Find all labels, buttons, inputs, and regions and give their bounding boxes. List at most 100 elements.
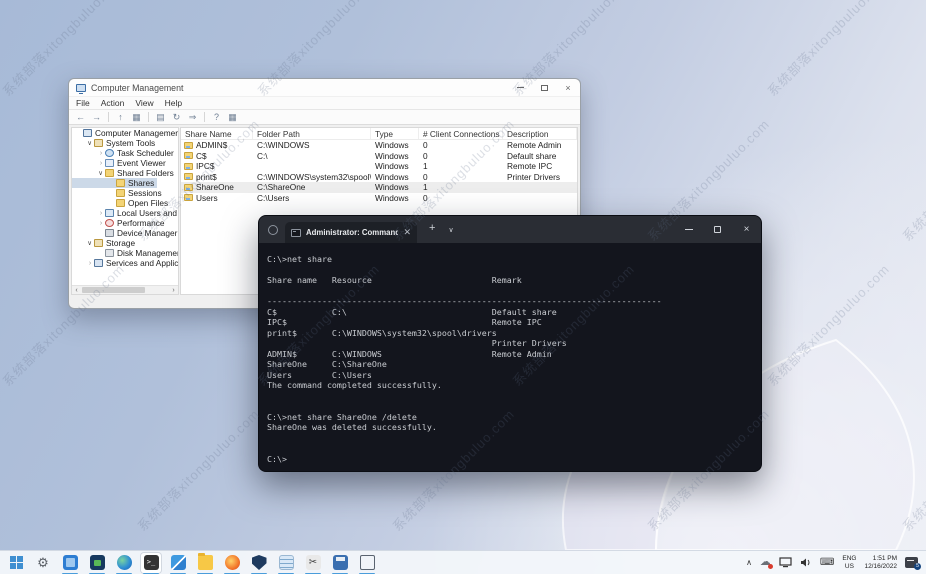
taskbar-item-printer-app[interactable] <box>330 553 350 573</box>
table-row[interactable]: IPC$ Windows 1 Remote IPC <box>181 161 577 172</box>
tree-item-computer-management-local[interactable]: Computer Management (Local) <box>72 128 179 138</box>
chevron-icon[interactable] <box>97 169 105 177</box>
terminal-minimize-button[interactable] <box>674 216 703 243</box>
app-icon <box>63 555 78 570</box>
taskbar-item-screen-capture[interactable] <box>357 553 377 573</box>
onedrive-error-icon[interactable]: ☁ <box>760 557 771 568</box>
maximize-button[interactable] <box>532 79 556 96</box>
taskbar-item-microsoft-store[interactable] <box>87 553 107 573</box>
scroll-left-icon[interactable]: ‹ <box>72 286 81 295</box>
toolbar-button-back[interactable]: ← <box>74 111 87 123</box>
col-type[interactable]: Type <box>371 128 419 139</box>
chevron-icon[interactable] <box>97 210 105 217</box>
chevron-icon[interactable] <box>97 220 105 227</box>
menu-action[interactable]: Action <box>101 98 125 108</box>
table-row[interactable]: Users C:\Users Windows 0 <box>181 193 577 204</box>
tree-item-task-scheduler[interactable]: Task Scheduler <box>72 148 177 158</box>
hidden-icons-chevron-icon[interactable]: ∧ <box>746 558 752 567</box>
app-icon <box>252 555 267 570</box>
table-row[interactable]: ShareOne C:\ShareOne Windows 1 <box>181 182 577 193</box>
menu-help[interactable]: Help <box>165 98 182 108</box>
close-button[interactable]: × <box>556 79 580 96</box>
taskbar-item-snipping-tool[interactable]: ✂ <box>303 553 323 573</box>
cm-toolbar: ←→↑▦▤↻⇒?▦ <box>69 110 580 125</box>
tree-item-local-users-and-groups[interactable]: Local Users and Groups <box>72 208 179 218</box>
tree-item-storage[interactable]: Storage <box>72 238 138 248</box>
volume-icon[interactable] <box>800 557 812 568</box>
terminal-window: Administrator: Command Pror ✕ + ∨ × C:\>… <box>258 215 762 472</box>
chevron-icon[interactable] <box>86 260 94 267</box>
chevron-icon[interactable] <box>97 160 105 167</box>
col-description[interactable]: Description <box>503 128 577 139</box>
console-tree: ‹ › Computer Management (Local) System T… <box>71 127 179 295</box>
minimize-button[interactable] <box>508 79 532 96</box>
toolbar-button-export-list[interactable]: ⇒ <box>186 111 199 123</box>
tab-dropdown-icon[interactable]: ∨ <box>448 226 453 234</box>
table-row[interactable]: ADMIN$ C:\WINDOWS Windows 0 Remote Admin <box>181 140 577 151</box>
chevron-icon[interactable] <box>86 139 94 147</box>
tree-item-icon <box>116 199 125 207</box>
new-tab-button[interactable]: + <box>429 222 435 234</box>
terminal-tab[interactable]: Administrator: Command Pror ✕ <box>285 222 417 243</box>
notification-center-icon[interactable]: 5 <box>905 557 918 568</box>
tree-horizontal-scrollbar[interactable]: ‹ › <box>72 285 178 294</box>
chevron-icon[interactable] <box>86 239 94 247</box>
start-button[interactable] <box>6 553 26 573</box>
col-share-name[interactable]: Share Name <box>181 128 253 139</box>
touch-keyboard-icon[interactable]: ⌨ <box>820 558 834 568</box>
taskbar-item-terminal[interactable]: >_ <box>141 553 161 573</box>
computer-management-icon <box>76 84 86 92</box>
watermark-text: 系统部落xitongbuluo.com <box>763 0 894 100</box>
menu-file[interactable]: File <box>76 98 90 108</box>
taskbar-item-notepad[interactable] <box>276 553 296 573</box>
tree-item-shares[interactable]: Shares <box>72 178 157 188</box>
app-icon: ✂ <box>306 555 321 570</box>
tree-item-system-tools[interactable]: System Tools <box>72 138 158 148</box>
terminal-close-button[interactable]: × <box>732 216 761 243</box>
tree-item-icon <box>94 139 103 147</box>
tree-item-icon <box>116 189 125 197</box>
taskbar-item-file-explorer[interactable] <box>195 553 215 573</box>
tree-item-sessions[interactable]: Sessions <box>72 188 165 198</box>
taskbar-item-media-player[interactable] <box>60 553 80 573</box>
terminal-maximize-button[interactable] <box>703 216 732 243</box>
table-row[interactable]: C$ C:\ Windows 0 Default share <box>181 151 577 162</box>
clock[interactable]: 1:51 PM 12/16/2022 <box>864 555 897 570</box>
tree-item-services-and-applications[interactable]: Services and Applications <box>72 258 179 268</box>
tree-item-icon <box>116 179 125 187</box>
tree-item-shared-folders[interactable]: Shared Folders <box>72 168 177 178</box>
tree-item-disk-management[interactable]: Disk Management <box>72 248 179 258</box>
toolbar-button-up-level[interactable]: ↑ <box>114 111 127 123</box>
taskbar-item-firefox[interactable] <box>222 553 242 573</box>
col-client-connections[interactable]: # Client Connections <box>419 128 503 139</box>
chevron-icon[interactable] <box>97 150 105 157</box>
tree-item-performance[interactable]: Performance <box>72 218 168 228</box>
scroll-right-icon[interactable]: › <box>169 286 178 295</box>
cm-titlebar[interactable]: Computer Management × <box>69 79 580 97</box>
menu-view[interactable]: View <box>135 98 153 108</box>
scrollbar-thumb[interactable] <box>82 287 145 293</box>
toolbar-button-show-tree[interactable]: ▦ <box>130 111 143 123</box>
tree-item-icon <box>105 209 114 217</box>
toolbar-button-refresh[interactable]: ↻ <box>170 111 183 123</box>
network-icon[interactable] <box>779 557 792 568</box>
terminal-output[interactable]: C:\>net share Share name Resource Remark… <box>259 243 761 471</box>
tree-item-open-files[interactable]: Open Files <box>72 198 171 208</box>
toolbar-button-properties[interactable]: ▤ <box>154 111 167 123</box>
tab-close-icon[interactable]: ✕ <box>403 228 411 237</box>
tree-item-event-viewer[interactable]: Event Viewer <box>72 158 169 168</box>
language-indicator[interactable]: ENG US <box>842 555 856 570</box>
app-icon: ⚙ <box>36 555 51 570</box>
taskbar-item-settings[interactable]: ⚙ <box>33 553 53 573</box>
notification-badge: 5 <box>914 563 921 570</box>
taskbar-item-edge[interactable] <box>114 553 134 573</box>
toolbar-button-console[interactable]: ▦ <box>226 111 239 123</box>
taskbar-item-vscode[interactable] <box>168 553 188 573</box>
tree-item-device-manager[interactable]: Device Manager <box>72 228 179 238</box>
terminal-titlebar[interactable]: Administrator: Command Pror ✕ + ∨ × <box>259 216 761 243</box>
table-row[interactable]: print$ C:\WINDOWS\system32\spool\drivers… <box>181 172 577 183</box>
taskbar-item-windows-security[interactable] <box>249 553 269 573</box>
toolbar-button-forward[interactable]: → <box>90 111 103 123</box>
toolbar-button-help[interactable]: ? <box>210 111 223 123</box>
col-folder-path[interactable]: Folder Path <box>253 128 371 139</box>
